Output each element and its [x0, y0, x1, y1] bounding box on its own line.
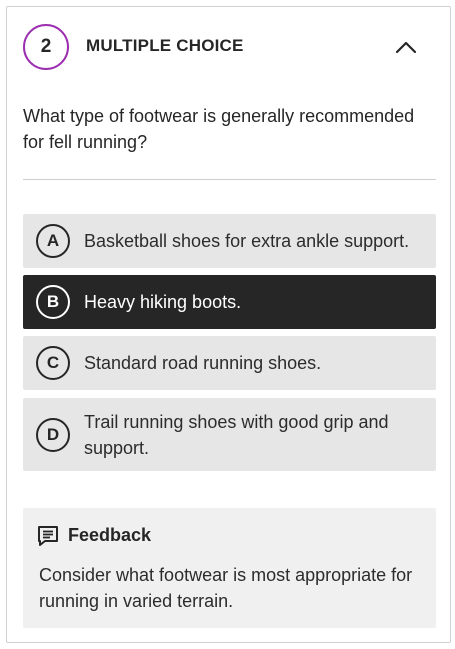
question-type-label: MULTIPLE CHOICE [86, 36, 244, 55]
option-letter: B [36, 285, 70, 319]
question-header: 2 MULTIPLE CHOICE [7, 7, 450, 87]
option-letter: C [36, 346, 70, 380]
option-a[interactable]: A Basketball shoes for extra ankle suppo… [23, 214, 436, 268]
option-text: Heavy hiking boots. [84, 292, 242, 312]
option-text: Trail running shoes with good grip and s… [84, 411, 389, 458]
feedback-title: Feedback [68, 525, 152, 545]
option-text: Standard road running shoes. [84, 353, 322, 373]
collapse-button[interactable] [391, 33, 421, 61]
option-d[interactable]: D Trail running shoes with good grip and… [23, 398, 436, 471]
divider [23, 179, 436, 180]
feedback-icon [38, 526, 58, 546]
option-c[interactable]: C Standard road running shoes. [23, 336, 436, 390]
option-text: Basketball shoes for extra ankle support… [84, 231, 410, 251]
feedback-panel: Feedback Consider what footwear is most … [23, 508, 436, 628]
option-b[interactable]: B Heavy hiking boots. [23, 275, 436, 329]
question-number-badge: 2 [23, 24, 69, 70]
question-card: 2 MULTIPLE CHOICE What type of footwear … [6, 6, 451, 643]
option-letter: D [36, 417, 70, 452]
question-text: What type of footwear is generally recom… [23, 106, 415, 152]
option-letter: A [36, 224, 70, 258]
feedback-text: Consider what footwear is most appropria… [39, 565, 413, 611]
chevron-up-icon [395, 41, 417, 54]
